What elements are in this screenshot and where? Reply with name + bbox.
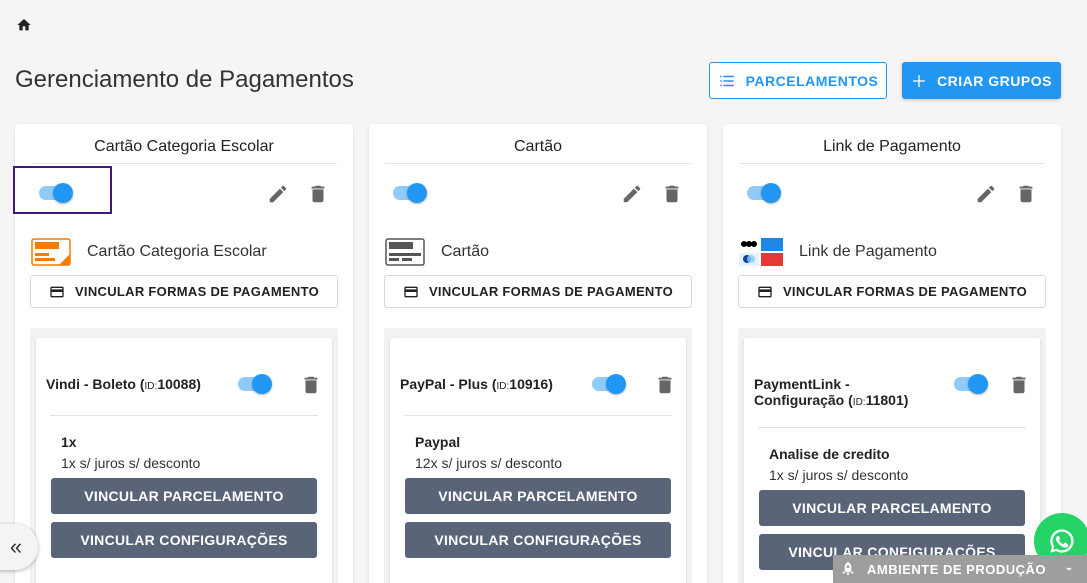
credit-card-icon (758, 286, 772, 297)
payment-items-area: PayPal - Plus (ID:10916) Paypal 12x s/ j… (384, 328, 692, 583)
caret-down-icon[interactable] (1062, 562, 1076, 576)
credit-card-icon (404, 286, 418, 297)
delete-icon[interactable] (1015, 183, 1037, 205)
payment-item-id: 11801 (865, 392, 904, 408)
page-title: Gerenciamento de Pagamentos (15, 66, 354, 93)
plus-icon (913, 74, 926, 87)
vincular-parcelamento-button[interactable]: VINCULAR PARCELAMENTO (51, 478, 317, 514)
vincular-configuracoes-button[interactable]: VINCULAR CONFIGURAÇÕES (405, 522, 671, 558)
payment-item-id: 10088 (157, 376, 197, 392)
vincular-configuracoes-button[interactable]: VINCULAR CONFIGURAÇÕES (51, 522, 317, 558)
payment-item-card: PaymentLink - Configuração (ID:11801) An… (744, 338, 1040, 583)
credit-card-icon (50, 286, 64, 297)
payment-item-card: Vindi - Boleto (ID:10088) 1x 1x s/ juros… (36, 338, 332, 583)
payment-item-id-label: ID: (144, 381, 158, 392)
payment-item-name-line2: Configuração (754, 392, 845, 408)
divider (50, 415, 318, 416)
parcelamentos-button[interactable]: PARCELAMENTOS (709, 62, 887, 99)
rocket-icon (842, 561, 854, 576)
edit-icon[interactable] (621, 183, 643, 205)
group-card-cartao: Cartão Cartão VINCULAR FORMAS DE PAGAMEN… (369, 124, 707, 583)
payment-method-label: Cartão Categoria Escolar (87, 243, 267, 260)
group-title: Cartão (385, 138, 691, 164)
payment-items-area: PaymentLink - Configuração (ID:11801) An… (738, 328, 1046, 583)
payment-item-id-label: ID: (852, 397, 866, 408)
environment-label: AMBIENTE DE PRODUÇÃO (867, 561, 1047, 577)
divider (758, 427, 1026, 428)
group-card-link-de-pagamento: Link de Pagamento Link de Pagamento VINC… (723, 124, 1061, 583)
criar-grupos-label: CRIAR GRUPOS (937, 72, 1052, 89)
installment-plan-desc: 1x s/ juros s/ desconto (769, 467, 909, 483)
vincular-formas-button[interactable]: VINCULAR FORMAS DE PAGAMENTO (384, 275, 692, 308)
payment-method-row: Cartão Categoria Escolar (31, 238, 267, 266)
delete-icon[interactable] (307, 183, 329, 205)
payment-method-row: Cartão (385, 238, 489, 266)
payment-item-delete-icon[interactable] (654, 374, 676, 396)
installment-plan-name: 1x (61, 434, 77, 450)
vincular-formas-button[interactable]: VINCULAR FORMAS DE PAGAMENTO (30, 275, 338, 308)
vincular-formas-label: VINCULAR FORMAS DE PAGAMENTO (428, 284, 674, 299)
delete-icon[interactable] (661, 183, 683, 205)
installment-plan-name: Analise de credito (769, 446, 890, 462)
home-icon[interactable] (16, 17, 32, 33)
parcelamentos-label: PARCELAMENTOS (745, 72, 879, 89)
payment-item-toggle[interactable] (236, 374, 272, 394)
whatsapp-icon (1050, 529, 1074, 553)
edit-icon[interactable] (267, 183, 289, 205)
credit-gray-card-icon (385, 238, 425, 266)
installment-plan-desc: 1x s/ juros s/ desconto (61, 455, 201, 471)
payment-method-row: Link de Pagamento (739, 238, 937, 266)
payment-item-delete-icon[interactable] (300, 374, 322, 396)
focus-outline (13, 166, 112, 214)
group-title: Link de Pagamento (739, 138, 1045, 164)
installment-plan-name: Paypal (415, 434, 461, 450)
payment-item-title: Vindi - Boleto (ID:10088) (46, 376, 201, 392)
vincular-parcelamento-button[interactable]: VINCULAR PARCELAMENTO (405, 478, 671, 514)
edit-icon[interactable] (975, 183, 997, 205)
vincular-formas-label: VINCULAR FORMAS DE PAGAMENTO (74, 284, 320, 299)
payment-method-label: Cartão (441, 243, 490, 260)
payment-item-toggle[interactable] (952, 374, 988, 394)
vincular-formas-button[interactable]: VINCULAR FORMAS DE PAGAMENTO (738, 275, 1046, 308)
payment-item-card: PayPal - Plus (ID:10916) Paypal 12x s/ j… (390, 338, 686, 583)
payment-item-title: PayPal - Plus (ID:10916) (400, 376, 553, 392)
payment-items-area: Vindi - Boleto (ID:10088) 1x 1x s/ juros… (30, 328, 338, 583)
vincular-parcelamento-button[interactable]: VINCULAR PARCELAMENTO (759, 490, 1025, 526)
divider (404, 415, 672, 416)
group-toggle[interactable] (745, 183, 781, 203)
credit-orange-card-icon (31, 238, 71, 266)
criar-grupos-button[interactable]: CRIAR GRUPOS (902, 62, 1061, 99)
group-toggle[interactable] (391, 183, 427, 203)
payment-method-label: Link de Pagamento (799, 243, 937, 260)
payment-item-title: PaymentLink - Configuração (ID:11801) (754, 376, 909, 408)
payment-item-name: Vindi - Boleto (46, 376, 136, 392)
payment-item-toggle[interactable] (590, 374, 626, 394)
card-brands-icon (739, 238, 783, 266)
installment-plan-desc: 12x s/ juros s/ desconto (415, 455, 563, 471)
payment-item-id: 10916 (509, 376, 549, 392)
double-chevron-left-icon: « (9, 534, 23, 559)
list-icon (719, 75, 734, 86)
payment-item-name: PayPal - Plus (400, 376, 488, 392)
environment-bar: AMBIENTE DE PRODUÇÃO (833, 555, 1087, 583)
vincular-formas-label: VINCULAR FORMAS DE PAGAMENTO (782, 284, 1028, 299)
payment-item-id-label: ID: (496, 381, 510, 392)
group-title: Cartão Categoria Escolar (31, 138, 337, 164)
payment-item-delete-icon[interactable] (1008, 374, 1030, 396)
payment-item-name-line1: PaymentLink - (754, 376, 850, 392)
